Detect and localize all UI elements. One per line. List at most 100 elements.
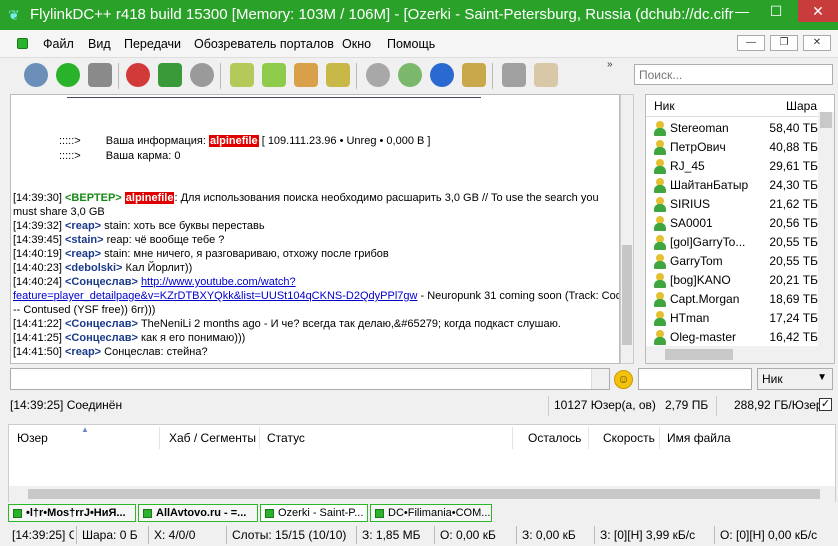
info-label: Ваша информация: (105, 135, 206, 147)
chat-link[interactable]: http://www.youtube.com/watch? (141, 276, 296, 288)
message-input-scrollbar[interactable] (591, 369, 609, 389)
reconnect-icon[interactable] (56, 63, 80, 87)
user-filter-select[interactable]: Ник ▼ (757, 368, 833, 390)
chat-area[interactable]: :::::> Ваша информация: alpinefile [ 109… (10, 94, 620, 364)
column-separator (659, 427, 660, 449)
recent-icon[interactable] (190, 63, 214, 87)
chat-nick[interactable]: <Сонцеслав> (65, 318, 138, 330)
system-menu-icon[interactable] (17, 38, 28, 49)
user-row[interactable]: ШайтанБатыр 24,30 ТБ (646, 176, 820, 195)
chat-nick[interactable]: <reap> (65, 346, 101, 358)
user-row[interactable]: SIRIUS 21,62 ТБ (646, 195, 820, 214)
user-share: 24,30 ТБ (769, 178, 818, 192)
user-list[interactable]: Ник Шара Stereoman 58,40 ТБ ПетрОвич 40,… (645, 94, 835, 364)
finished-uploads-icon[interactable] (326, 63, 350, 87)
follow-icon[interactable] (88, 63, 112, 87)
finished-icon[interactable] (262, 63, 286, 87)
title-bar[interactable]: ❦ FlylinkDC++ r418 build 15300 [Memory: … (0, 0, 838, 30)
message-input[interactable] (10, 368, 610, 390)
user-row[interactable]: [gol]GarryTo... 20,55 ТБ (646, 233, 820, 252)
hub-tab[interactable]: DC•Filimania•COM... (370, 504, 492, 522)
search-spy-icon[interactable] (430, 63, 454, 87)
chat-nick[interactable]: <debolski> (65, 262, 122, 274)
mdi-restore-button[interactable]: ❐ (770, 35, 798, 51)
menu-help[interactable]: Помощь (387, 37, 435, 51)
search-input[interactable] (635, 65, 832, 84)
hub-status-icon (13, 509, 22, 518)
column-speed[interactable]: Скорость (603, 431, 655, 445)
column-user[interactable]: Юзер (17, 431, 48, 445)
chat-text: stain: хоть все буквы переставь (104, 220, 265, 232)
column-separator (259, 427, 260, 449)
status-share: Шара: 0 Б (82, 528, 138, 542)
column-status[interactable]: Статус (267, 431, 305, 445)
close-button[interactable]: ✕ (798, 0, 838, 22)
user-list-hscrollbar-thumb[interactable] (665, 349, 733, 360)
hub-status-icon (265, 509, 274, 518)
column-hub-segments[interactable]: Хаб / Сегменты (169, 431, 256, 445)
chat-link[interactable]: feature=player_detailpage&v=KZrDTBXYQkk&… (13, 290, 417, 302)
user-nick: ПетрОвич (670, 140, 726, 154)
maximize-button[interactable]: ☐ (760, 0, 792, 22)
upload-icon[interactable] (294, 63, 318, 87)
toolbar-more-chevron-icon[interactable]: » (607, 59, 613, 70)
menu-view[interactable]: Вид (88, 37, 111, 51)
chat-text: -- Contused (YSF free)) 6rr))) (13, 304, 156, 316)
queue-icon[interactable] (230, 63, 254, 87)
user-row[interactable]: SA0001 20,56 ТБ (646, 214, 820, 233)
settings-icon[interactable] (502, 63, 526, 87)
own-nick-highlight[interactable]: alpinefile (124, 192, 175, 204)
chat-nick[interactable]: <reap> (65, 220, 101, 232)
user-nick: ШайтанБатыр (670, 178, 749, 192)
favorites-icon[interactable] (126, 63, 150, 87)
minimize-button[interactable]: — (726, 0, 758, 22)
chat-nick[interactable]: <Сонцеслав> (65, 332, 138, 344)
menu-transfers[interactable]: Передачи (124, 37, 181, 51)
chat-timestamp: [14:41:22] (13, 318, 62, 330)
user-row[interactable]: Oleg-master 16,42 ТБ (646, 328, 820, 347)
open-list-icon[interactable] (534, 63, 558, 87)
chat-timestamp: [14:39:45] (13, 234, 62, 246)
users-icon[interactable] (158, 63, 182, 87)
user-row[interactable]: RJ_45 29,61 ТБ (646, 157, 820, 176)
connect-icon[interactable] (24, 63, 48, 87)
column-share[interactable]: Шара (786, 99, 817, 113)
user-row[interactable]: HTman 17,24 ТБ (646, 309, 820, 328)
user-row[interactable]: GarryTom 20,55 ТБ (646, 252, 820, 271)
user-filter-input[interactable] (638, 368, 752, 390)
mdi-minimize-button[interactable]: — (737, 35, 765, 51)
user-list-scrollbar[interactable] (818, 112, 834, 347)
notepad-icon[interactable] (462, 63, 486, 87)
column-time-left[interactable]: Осталось (528, 431, 581, 445)
user-row[interactable]: Capt.Morgan 18,69 ТБ (646, 290, 820, 309)
menu-file[interactable]: Файл (43, 37, 74, 51)
column-file-name[interactable]: Имя файла (667, 431, 731, 445)
hub-tab-active[interactable]: Ozerki - Saint-P... (260, 504, 368, 522)
chat-line: -- Contused (YSF free)) 6rr))) (13, 303, 155, 318)
user-row[interactable]: ПетрОвич 40,88 ТБ (646, 138, 820, 157)
column-nick[interactable]: Ник (654, 99, 675, 113)
adl-search-icon[interactable] (398, 63, 422, 87)
hub-tab[interactable]: AllAvtovo.ru - =... (138, 504, 258, 522)
chat-text: : Для использования поиска необходимо ра… (174, 192, 599, 204)
mdi-close-button[interactable]: ✕ (803, 35, 831, 51)
hub-tab[interactable]: •l†r•Mos†rrJ•HиЯ... (8, 504, 136, 522)
chat-nick[interactable]: <Сонцеслав> (65, 276, 138, 288)
chat-nick[interactable]: <ВЕРТЕР> (65, 192, 122, 204)
emoticon-icon[interactable]: ☺ (614, 370, 633, 389)
transfers-hscrollbar-thumb[interactable] (28, 489, 820, 499)
user-list-scrollbar-thumb[interactable] (820, 112, 832, 128)
menu-portal-browser[interactable]: Обозреватель порталов (194, 37, 334, 51)
show-users-checkbox[interactable]: ✓ (819, 398, 832, 411)
app-window: ❦ FlylinkDC++ r418 build 15300 [Memory: … (0, 0, 838, 546)
user-row[interactable]: [bog]KANO 20,21 ТБ (646, 271, 820, 290)
search-icon[interactable] (366, 63, 390, 87)
status-separator (516, 526, 517, 544)
chat-nick[interactable]: <reap> (65, 248, 101, 260)
chat-scrollbar-thumb[interactable] (622, 245, 632, 345)
user-row[interactable]: Stereoman 58,40 ТБ (646, 119, 820, 138)
own-nick-highlight[interactable]: alpinefile (208, 135, 259, 147)
menu-window[interactable]: Окно (342, 37, 371, 51)
chat-nick[interactable]: <stain> (65, 234, 104, 246)
search-box[interactable] (634, 64, 833, 85)
